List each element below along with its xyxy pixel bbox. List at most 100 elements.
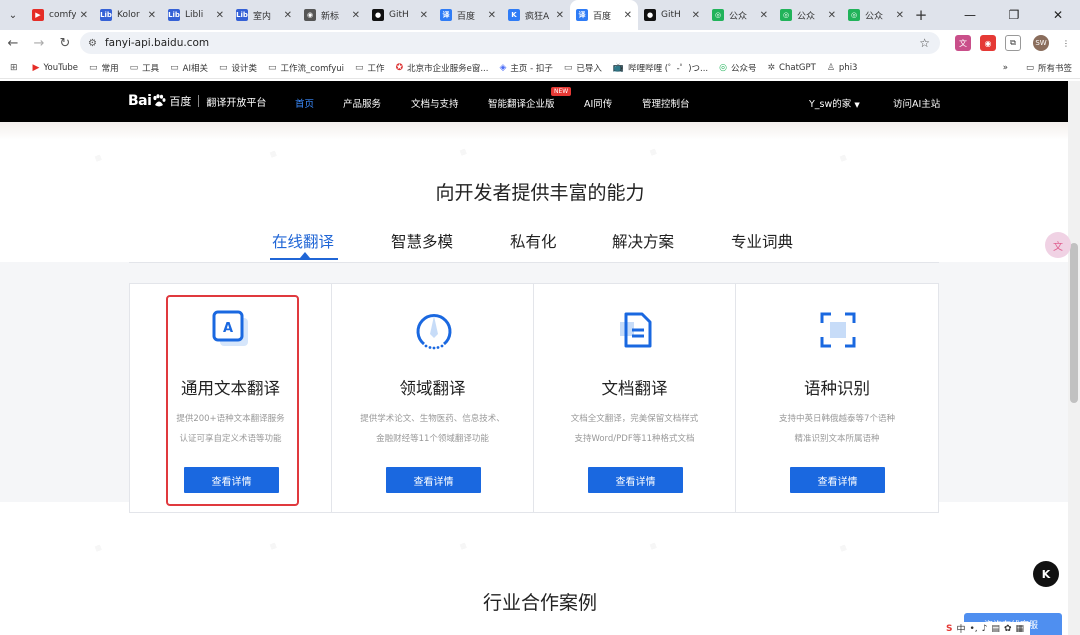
browser-tab[interactable]: ◎ 公众 ✕ [774, 0, 842, 30]
card-title: 语种识别 [804, 379, 870, 398]
nav-home[interactable]: 首页 [295, 96, 314, 110]
language-detect-icon [820, 312, 856, 348]
nav-ai-interpretation[interactable]: AI同传 [584, 96, 612, 110]
browser-tab[interactable]: ● GitH ✕ [638, 0, 706, 30]
tab-close-icon[interactable]: ✕ [216, 10, 224, 21]
k-assistant-icon[interactable]: K [1033, 561, 1059, 587]
tab-close-icon[interactable]: ✕ [352, 10, 360, 21]
bookmark-item[interactable]: ◈ 主页 - 扣子 [499, 62, 552, 74]
back-button[interactable]: ← [0, 36, 26, 51]
view-details-button[interactable]: 查看详情 [790, 467, 885, 493]
minimize-button[interactable]: — [948, 8, 992, 22]
nav-enterprise[interactable]: 智能翻译企业版 [488, 96, 555, 110]
profile-avatar[interactable]: SW [1033, 35, 1049, 51]
skin-icon[interactable]: ✿ [1004, 624, 1012, 634]
bookmark-item[interactable]: ▭ 工作 [355, 62, 385, 74]
browser-menu-icon[interactable]: ⋮ [1058, 35, 1074, 51]
bookmark-item[interactable]: ◎ 公众号 [719, 62, 756, 74]
baidu-logo[interactable]: Bai 百度 翻译开放平台 [128, 93, 266, 109]
tab-private-deploy[interactable]: 私有化 [510, 230, 557, 252]
browser-tab[interactable]: 译百度 ✕ [434, 0, 502, 30]
punctuation-icon[interactable]: •, [970, 624, 978, 634]
bookmark-item[interactable]: ✲ ChatGPT [768, 62, 816, 74]
browser-tab[interactable]: Lib Kolor ✕ [94, 0, 162, 30]
browser-tab[interactable]: ● GitH ✕ [366, 0, 434, 30]
new-tab-button[interactable]: + [910, 6, 932, 24]
bookmark-item[interactable]: ▶ YouTube [33, 62, 79, 74]
keyboard-icon[interactable]: ▤ [991, 624, 1000, 634]
close-window-button[interactable]: ✕ [1036, 8, 1080, 22]
bookmark-item[interactable]: ▭ AI相关 [170, 62, 208, 74]
browser-tab[interactable]: Lib 室内 ✕ [230, 0, 298, 30]
browser-tab[interactable]: ◎ 公众 ✕ [706, 0, 774, 30]
ime-mode[interactable]: 中 [956, 622, 965, 635]
tab-title: 百度 [457, 11, 476, 22]
hero-fade [0, 122, 1080, 140]
user-menu[interactable]: Y_sw的家 ▼ [809, 96, 860, 110]
reload-button[interactable]: ↻ [52, 36, 78, 51]
bookmark-item[interactable]: ▭ 常用 [89, 62, 119, 74]
browser-tab[interactable]: K 疯狂A ✕ [502, 0, 570, 30]
nav-console[interactable]: 管理控制台 [642, 96, 690, 110]
tab-close-icon[interactable]: ✕ [284, 10, 292, 21]
forward-button[interactable]: → [26, 36, 52, 51]
tab-search-button[interactable]: ⌄ [0, 0, 26, 30]
record-extension-icon[interactable]: ◉ [980, 35, 996, 51]
maximize-button[interactable]: ❐ [992, 8, 1036, 22]
nav-products[interactable]: 产品服务 [343, 96, 381, 110]
tab-close-icon[interactable]: ✕ [488, 10, 496, 21]
tab-close-icon[interactable]: ✕ [692, 10, 700, 21]
watermark-mark: ▦ [648, 541, 658, 551]
browser-tab[interactable]: ◎ 公众 ✕ [842, 0, 910, 30]
tab-multimodal[interactable]: 智慧多模 [391, 230, 453, 252]
browser-tab[interactable]: 译百度 ✕ [570, 0, 638, 30]
nav-docs[interactable]: 文档与支持 [411, 96, 459, 110]
tab-close-icon[interactable]: ✕ [420, 10, 428, 21]
bookmark-label: AI相关 [182, 63, 208, 74]
sogou-icon[interactable]: S [946, 624, 952, 634]
tab-solutions[interactable]: 解决方案 [612, 230, 674, 252]
card-desc-line: 金融财经等11个领域翻译功能 [376, 434, 489, 444]
tab-favicon-icon: Lib [100, 9, 112, 21]
bookmark-item[interactable]: ▭ 工作流_comfyui [268, 62, 344, 74]
page-scrollbar[interactable] [1068, 81, 1080, 635]
url-text: fanyi-api.baidu.com [104, 37, 210, 49]
site-info-icon[interactable]: ⚙ [88, 38, 97, 49]
puzzle-extensions-icon[interactable]: ⧉ [1005, 35, 1021, 51]
tab-close-icon[interactable]: ✕ [828, 10, 836, 21]
visit-ai-link[interactable]: 访问AI主站 [893, 96, 940, 110]
bookmark-item[interactable]: ♙ phi3 [827, 62, 858, 74]
view-details-button[interactable]: 查看详情 [588, 467, 683, 493]
scrollbar-thumb[interactable] [1070, 243, 1078, 403]
translate-extension-icon[interactable]: 文 [955, 35, 971, 51]
all-bookmarks-link[interactable]: 所有书签 [1038, 62, 1072, 74]
view-details-button[interactable]: 查看详情 [386, 467, 481, 493]
bookmark-star-icon[interactable]: ☆ [919, 36, 930, 50]
tab-close-icon[interactable]: ✕ [556, 10, 564, 21]
translate-float-icon[interactable]: 文 [1045, 232, 1071, 258]
browser-tab[interactable]: ▶ comfy ✕ [26, 0, 94, 30]
bookmark-label: YouTube [43, 62, 79, 73]
tab-close-icon[interactable]: ✕ [896, 10, 904, 21]
browser-tab[interactable]: Lib Libli ✕ [162, 0, 230, 30]
bookmark-item[interactable]: ▭ 设计类 [219, 62, 257, 74]
bookmark-item[interactable]: ✪ 北京市企业服务e窗... [396, 62, 489, 74]
apps-grid-icon[interactable]: ▦ [1015, 624, 1024, 634]
tab-close-icon[interactable]: ✕ [760, 10, 768, 21]
tab-online-translation[interactable]: 在线翻译 [272, 230, 334, 252]
bookmark-item[interactable]: ▭ 工具 [130, 62, 160, 74]
robot-icon: ♙ [826, 62, 835, 73]
apps-icon[interactable]: ⊞ [10, 63, 22, 73]
bookmark-item[interactable]: ▭ 已导入 [564, 62, 602, 74]
url-input[interactable]: ⚙ fanyi-api.baidu.com ☆ [80, 32, 940, 54]
tab-close-icon[interactable]: ✕ [624, 10, 632, 21]
bookmark-item[interactable]: 📺 哔哩哔哩 (゜-゜)つ... [613, 62, 708, 74]
tab-close-icon[interactable]: ✕ [80, 10, 88, 21]
tab-dictionary[interactable]: 专业词典 [731, 230, 793, 252]
mic-icon[interactable]: ♪ [982, 624, 988, 634]
highlight-box [166, 295, 299, 506]
bookmarks-overflow-icon[interactable]: » [1003, 63, 1008, 73]
tab-close-icon[interactable]: ✕ [148, 10, 156, 21]
browser-tab[interactable]: ◉ 新标 ✕ [298, 0, 366, 30]
coze-icon: ◈ [499, 62, 507, 73]
